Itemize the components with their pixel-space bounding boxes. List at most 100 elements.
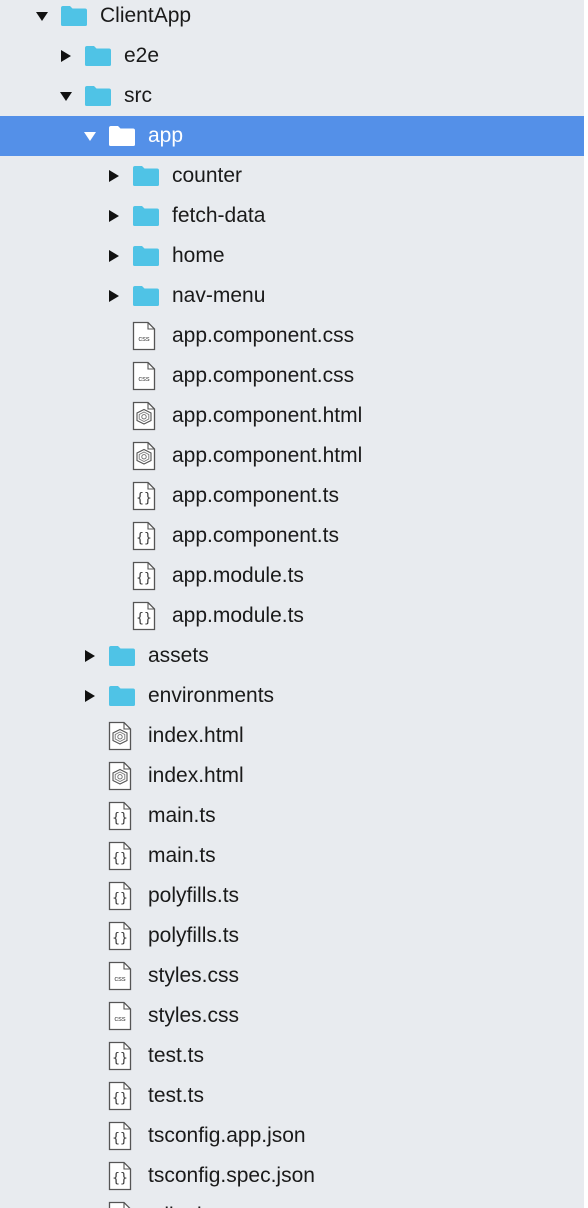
- disclosure-collapsed-icon[interactable]: [108, 170, 120, 182]
- css-file-icon: css: [132, 321, 156, 351]
- disclosure-collapsed-icon[interactable]: [108, 250, 120, 262]
- tree-item-label: test.ts: [148, 1044, 205, 1067]
- tree-file-row[interactable]: {} main.ts: [0, 836, 584, 876]
- folder-icon: [84, 85, 112, 107]
- tree-folder-row[interactable]: home: [0, 236, 584, 276]
- tree-item-label: index.html: [148, 724, 244, 747]
- tree-item-label: styles.css: [148, 1004, 240, 1027]
- tree-item-label: index.html: [148, 764, 244, 787]
- tree-item-label: fetch-data: [172, 204, 266, 227]
- code-file-icon: {}: [108, 1201, 132, 1208]
- svg-text:css: css: [138, 334, 150, 343]
- disclosure-expanded-icon[interactable]: [36, 10, 48, 22]
- code-file-icon: {}: [132, 601, 156, 631]
- tree-file-row[interactable]: {} polyfills.ts: [0, 916, 584, 956]
- svg-text:{}: {}: [112, 891, 128, 906]
- svg-text:css: css: [138, 374, 150, 383]
- svg-text:{}: {}: [112, 1051, 128, 1066]
- tree-file-row[interactable]: {} tsconfig.app.json: [0, 1116, 584, 1156]
- tree-file-row[interactable]: index.html: [0, 756, 584, 796]
- svg-text:{}: {}: [112, 811, 128, 826]
- tree-file-row[interactable]: {} test.ts: [0, 1036, 584, 1076]
- tree-folder-row[interactable]: assets: [0, 636, 584, 676]
- tree-item-label: app.module.ts: [172, 604, 304, 627]
- folder-icon: [132, 205, 160, 227]
- tree-folder-row[interactable]: app: [0, 116, 584, 156]
- tree-file-row[interactable]: {} tslint.json: [0, 1196, 584, 1208]
- svg-text:{}: {}: [112, 1091, 128, 1106]
- tree-folder-row[interactable]: ClientApp: [0, 0, 584, 36]
- svg-text:{}: {}: [136, 571, 152, 586]
- svg-text:{}: {}: [112, 1131, 128, 1146]
- tree-file-row[interactable]: {} main.ts: [0, 796, 584, 836]
- svg-text:{}: {}: [112, 931, 128, 946]
- html-file-icon: [132, 401, 156, 431]
- disclosure-collapsed-icon[interactable]: [108, 290, 120, 302]
- tree-file-row[interactable]: css app.component.css: [0, 316, 584, 356]
- code-file-icon: {}: [132, 521, 156, 551]
- tree-item-label: tslint.json: [148, 1196, 236, 1208]
- css-file-icon: css: [132, 361, 156, 391]
- tree-file-row[interactable]: {} polyfills.ts: [0, 876, 584, 916]
- tree-item-label: polyfills.ts: [148, 884, 240, 907]
- tree-item-label: assets: [148, 644, 209, 667]
- disclosure-collapsed-icon[interactable]: [84, 650, 96, 662]
- disclosure-expanded-icon[interactable]: [84, 130, 96, 142]
- tree-file-row[interactable]: css styles.css: [0, 956, 584, 996]
- tree-file-row[interactable]: {} app.module.ts: [0, 596, 584, 636]
- tree-folder-row[interactable]: src: [0, 76, 584, 116]
- code-file-icon: {}: [132, 561, 156, 591]
- tree-item-label: counter: [172, 164, 243, 187]
- tree-file-row[interactable]: css app.component.css: [0, 356, 584, 396]
- tree-item-label: app.component.css: [172, 364, 355, 387]
- tree-item-label: src: [124, 84, 152, 107]
- svg-text:{}: {}: [112, 1171, 128, 1186]
- tree-folder-row[interactable]: counter: [0, 156, 584, 196]
- tree-folder-row[interactable]: e2e: [0, 36, 584, 76]
- tree-file-row[interactable]: {} test.ts: [0, 1076, 584, 1116]
- tree-item-label: app.module.ts: [172, 564, 304, 587]
- tree-item-label: test.ts: [148, 1084, 205, 1107]
- tree-file-row[interactable]: {} app.component.ts: [0, 476, 584, 516]
- tree-folder-row[interactable]: environments: [0, 676, 584, 716]
- tree-item-label: home: [172, 244, 225, 267]
- tree-item-label: tsconfig.spec.json: [148, 1164, 315, 1187]
- tree-folder-row[interactable]: fetch-data: [0, 196, 584, 236]
- tree-folder-row[interactable]: nav-menu: [0, 276, 584, 316]
- disclosure-collapsed-icon[interactable]: [60, 50, 72, 62]
- tree-item-label: tsconfig.app.json: [148, 1124, 306, 1147]
- code-file-icon: {}: [108, 841, 132, 871]
- disclosure-collapsed-icon[interactable]: [84, 690, 96, 702]
- tree-file-row[interactable]: app.component.html: [0, 436, 584, 476]
- folder-icon: [132, 245, 160, 267]
- tree-file-row[interactable]: index.html: [0, 716, 584, 756]
- tree-item-label: environments: [148, 684, 275, 707]
- disclosure-expanded-icon[interactable]: [60, 90, 72, 102]
- html-file-icon: [108, 721, 132, 751]
- svg-text:{}: {}: [136, 491, 152, 506]
- tree-file-row[interactable]: {} app.component.ts: [0, 516, 584, 556]
- tree-file-row[interactable]: {} tsconfig.spec.json: [0, 1156, 584, 1196]
- disclosure-collapsed-icon[interactable]: [108, 210, 120, 222]
- folder-icon: [60, 5, 88, 27]
- tree-item-label: nav-menu: [172, 284, 266, 307]
- code-file-icon: {}: [108, 1081, 132, 1111]
- folder-icon: [84, 45, 112, 67]
- code-file-icon: {}: [132, 481, 156, 511]
- tree-file-row[interactable]: app.component.html: [0, 396, 584, 436]
- svg-text:css: css: [114, 1014, 126, 1023]
- tree-item-label: app.component.css: [172, 324, 355, 347]
- folder-icon: [108, 125, 136, 147]
- code-file-icon: {}: [108, 1121, 132, 1151]
- code-file-icon: {}: [108, 921, 132, 951]
- svg-text:{}: {}: [136, 611, 152, 626]
- code-file-icon: {}: [108, 801, 132, 831]
- tree-file-row[interactable]: {} app.module.ts: [0, 556, 584, 596]
- css-file-icon: css: [108, 961, 132, 991]
- tree-file-row[interactable]: css styles.css: [0, 996, 584, 1036]
- tree-item-label: styles.css: [148, 964, 240, 987]
- tree-item-label: app.component.html: [172, 404, 363, 427]
- html-file-icon: [108, 761, 132, 791]
- tree-item-label: app: [148, 124, 184, 147]
- tree-item-label: polyfills.ts: [148, 924, 240, 947]
